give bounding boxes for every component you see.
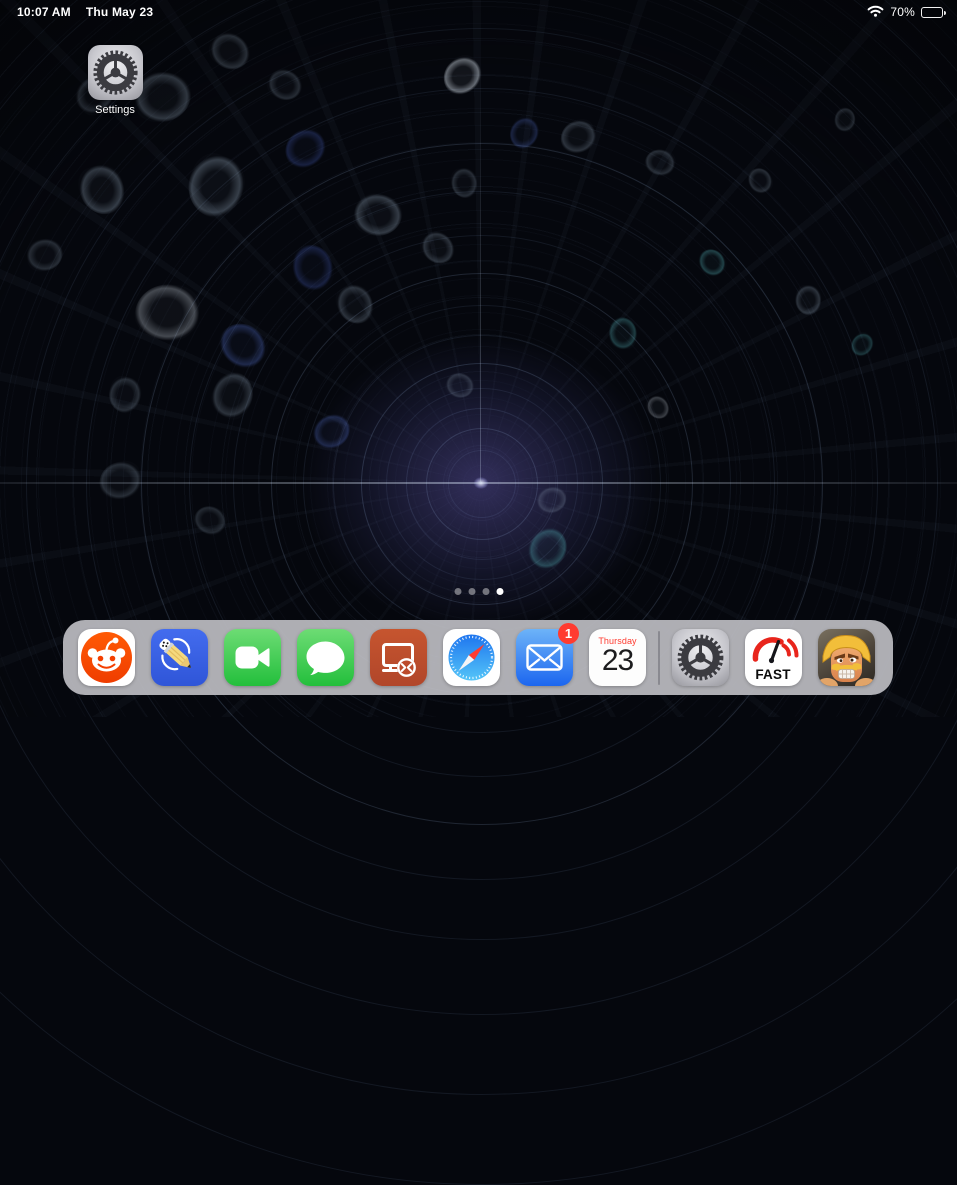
clock: 10:07 AM	[17, 5, 71, 19]
battery-nub	[944, 11, 946, 16]
dock-app-reddit[interactable]	[78, 629, 135, 686]
dock-app-facetime[interactable]	[224, 629, 281, 686]
messages-bubble-icon	[297, 629, 354, 686]
fast-speedtest-icon: FAST	[745, 629, 802, 686]
dock-app-mail[interactable]: 1	[516, 629, 573, 686]
settings-gear-icon	[88, 45, 143, 100]
fast-label: FAST	[745, 667, 802, 682]
dock-app-remote-desktop[interactable]	[370, 629, 427, 686]
page-dot[interactable]	[496, 588, 503, 595]
dock-app-settings[interactable]	[672, 629, 729, 686]
page-dots[interactable]	[454, 588, 503, 595]
page-dot[interactable]	[482, 588, 489, 595]
mail-badge: 1	[558, 623, 579, 644]
wallpaper-vignette	[0, 0, 957, 717]
notability-pencil-icon	[151, 629, 208, 686]
dock-app-fast[interactable]: FAST	[745, 629, 802, 686]
dock: 1 Thursday 23	[63, 620, 893, 695]
home-app-settings[interactable]: Settings	[87, 45, 143, 116]
remote-desktop-monitor-icon	[370, 629, 427, 686]
reddit-snoo-icon	[78, 629, 135, 686]
date: Thu May 23	[86, 5, 153, 19]
dock-app-messages[interactable]	[297, 629, 354, 686]
status-bar: 10:07 AM Thu May 23 70%	[0, 0, 957, 22]
calendar-day: 23	[602, 646, 633, 676]
dock-app-notability[interactable]	[151, 629, 208, 686]
dock-app-calendar[interactable]: Thursday 23	[589, 629, 646, 686]
dock-app-clash-of-clans[interactable]	[818, 629, 875, 686]
dock-divider	[658, 631, 660, 685]
facetime-video-icon	[224, 629, 281, 686]
safari-compass-icon	[443, 629, 500, 686]
battery-percent: 70%	[890, 5, 915, 19]
wifi-icon	[867, 5, 884, 20]
calendar-icon: Thursday 23	[589, 629, 646, 686]
battery-icon	[921, 7, 943, 18]
clash-of-clans-barbarian-icon	[818, 629, 875, 686]
settings-gear-icon	[672, 629, 729, 686]
page-dot[interactable]	[454, 588, 461, 595]
home-app-label: Settings	[87, 104, 143, 116]
dock-app-safari[interactable]	[443, 629, 500, 686]
wallpaper	[0, 0, 957, 717]
page-dot[interactable]	[468, 588, 475, 595]
